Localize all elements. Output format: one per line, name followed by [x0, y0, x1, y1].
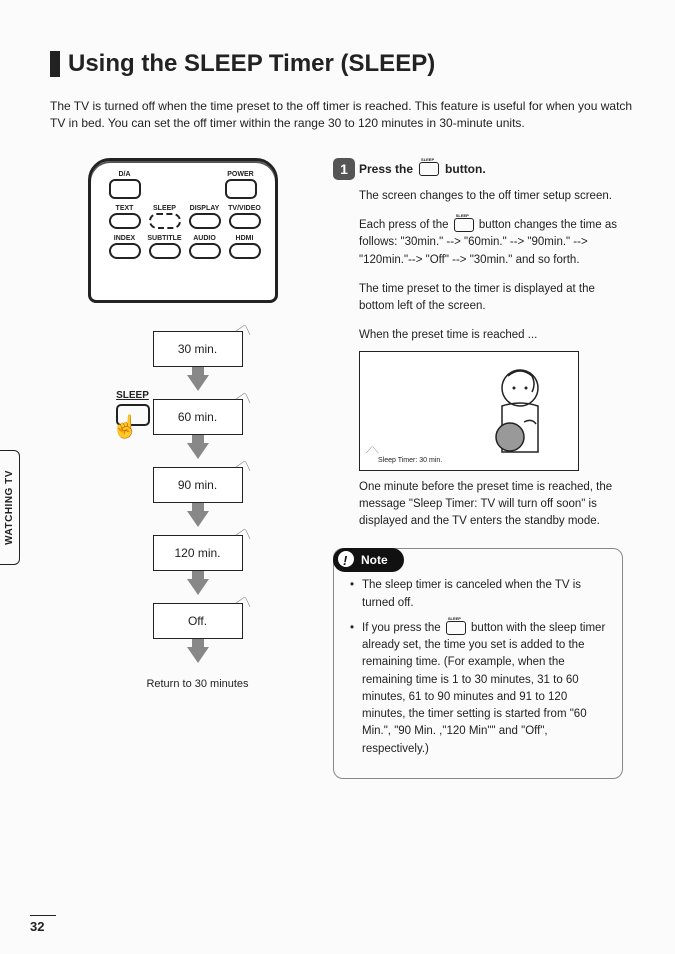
remote-label: TEXT	[105, 205, 145, 212]
sparkle-icon: ⟋⟍	[366, 445, 379, 456]
remote-label: POWER	[221, 171, 261, 178]
page-title: Using the SLEEP Timer (SLEEP)	[50, 50, 640, 78]
sleep-button-icon: ☝	[116, 404, 150, 426]
sleep-button-icon	[419, 162, 439, 176]
remote-label: AUDIO	[185, 235, 225, 242]
person-illustration	[470, 362, 560, 462]
paragraph: The screen changes to the off timer setu…	[359, 188, 623, 205]
timer-flow: ⟋⟍30 min. ⟋⟍60 min. ⟋⟍90 min. ⟋⟍120 min.…	[146, 331, 248, 691]
note-tab: Note	[333, 548, 404, 572]
paragraph: When the preset time is reached ...	[359, 327, 623, 344]
remote-label: D/A	[105, 171, 145, 178]
remote-button	[149, 243, 181, 259]
remote-button	[229, 243, 261, 259]
sleep-button-icon	[446, 621, 466, 635]
arrow-down-icon	[187, 511, 209, 527]
return-text: Return to 30 minutes	[146, 677, 248, 691]
remote-button	[189, 213, 221, 229]
paragraph: Each press of the button changes the tim…	[359, 217, 623, 269]
remote-label: TV/VIDEO	[225, 205, 265, 212]
remote-label: SUBTITLE	[145, 235, 185, 242]
hand-icon: ☝	[112, 414, 139, 440]
paragraph: One minute before the preset time is rea…	[359, 479, 623, 531]
sparkle-icon: ⟋⟍	[235, 458, 253, 475]
step-heading: 1 Press the button.	[333, 158, 623, 180]
sparkle-icon: ⟋⟍	[235, 322, 253, 339]
time-box: ⟋⟍90 min.	[153, 467, 243, 503]
title-text: Using the SLEEP Timer (SLEEP)	[68, 50, 435, 78]
remote-button	[229, 213, 261, 229]
section-tab: WATCHING TV	[0, 450, 20, 565]
sleep-button-icon	[454, 218, 474, 232]
step-text: Press the	[359, 162, 413, 176]
remote-label: DISPLAY	[185, 205, 225, 212]
remote-button	[189, 243, 221, 259]
illustration-caption: Sleep Timer: 30 min.	[378, 457, 442, 464]
time-box: ⟋⟍30 min.	[153, 331, 243, 367]
illustration-box: ⟋⟍ Sleep Timer: 30 min.	[359, 351, 579, 471]
time-box: ⟋⟍120 min.	[153, 535, 243, 571]
step-text: button.	[445, 162, 486, 176]
remote-label: HDMI	[225, 235, 265, 242]
paragraph: The time preset to the timer is displaye…	[359, 281, 623, 316]
remote-illustration: D/A POWER TEXT SLEEP DISPLAY TV/VIDEO IN…	[88, 158, 278, 303]
step-number-badge: 1	[333, 158, 355, 180]
sparkle-icon: ⟋⟍	[235, 594, 253, 611]
remote-sleep-button	[149, 213, 181, 229]
page-number: 32	[30, 915, 56, 934]
remote-button	[109, 243, 141, 259]
note-box: Note The sleep timer is canceled when th…	[333, 548, 623, 779]
sparkle-icon: ⟋⟍	[235, 390, 253, 407]
time-box: ⟋⟍60 min.	[153, 399, 243, 435]
arrow-down-icon	[187, 443, 209, 459]
remote-button	[109, 213, 141, 229]
note-item: If you press the button with the sleep t…	[350, 620, 610, 758]
title-bar-icon	[50, 51, 60, 77]
intro-text: The TV is turned off when the time prese…	[50, 98, 640, 133]
time-box: ⟋⟍Off.	[153, 603, 243, 639]
arrow-down-icon	[187, 647, 209, 663]
note-item: The sleep timer is canceled when the TV …	[350, 577, 610, 612]
remote-label: SLEEP	[145, 205, 185, 212]
sparkle-icon: ⟋⟍	[235, 526, 253, 543]
arrow-down-icon	[187, 375, 209, 391]
arrow-down-icon	[187, 579, 209, 595]
remote-button	[109, 179, 141, 199]
remote-button	[225, 179, 257, 199]
remote-label: INDEX	[105, 235, 145, 242]
